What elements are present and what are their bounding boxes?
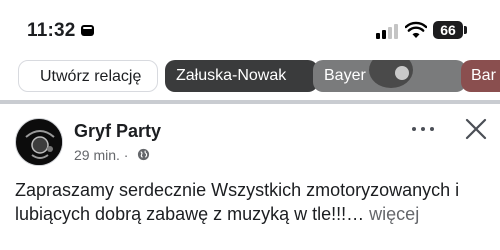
see-more-link[interactable]: więcej — [369, 204, 419, 224]
story-bar[interactable]: Bar — [461, 60, 500, 92]
stories-row[interactable]: Utwórz relację Załuska-Nowak Bayer Bar — [0, 56, 500, 96]
create-story-label: Utwórz relację — [40, 68, 142, 85]
battery-cap — [464, 26, 467, 34]
post-author[interactable]: Gryf Party — [74, 121, 161, 142]
post-timestamp[interactable]: 29 min. · — [74, 147, 128, 163]
signal-icon — [376, 23, 398, 39]
battery-icon: 66 — [433, 21, 463, 39]
wifi-icon — [405, 21, 427, 38]
close-icon[interactable] — [465, 118, 487, 140]
avatar-logo-icon — [17, 120, 62, 165]
story-label: Bar — [471, 67, 496, 84]
feed-divider — [0, 100, 500, 104]
story-bayer[interactable]: Bayer — [313, 60, 466, 92]
story-label: Załuska-Nowak — [176, 67, 287, 84]
avatar[interactable] — [15, 118, 63, 166]
status-time: 11:32 — [27, 20, 76, 41]
message-icon — [81, 25, 94, 36]
story-thumbnail-detail — [395, 66, 409, 80]
more-icon[interactable] — [410, 120, 436, 138]
story-zaluska-nowak[interactable]: Załuska-Nowak — [165, 60, 318, 92]
post-text: Zapraszamy serdecznie Wszystkich zmotory… — [15, 178, 490, 226]
story-label: Bayer — [324, 67, 366, 84]
create-story-button[interactable]: Utwórz relację — [18, 60, 158, 92]
status-bar: 11:32 66 — [0, 0, 500, 58]
globe-icon — [137, 148, 150, 161]
